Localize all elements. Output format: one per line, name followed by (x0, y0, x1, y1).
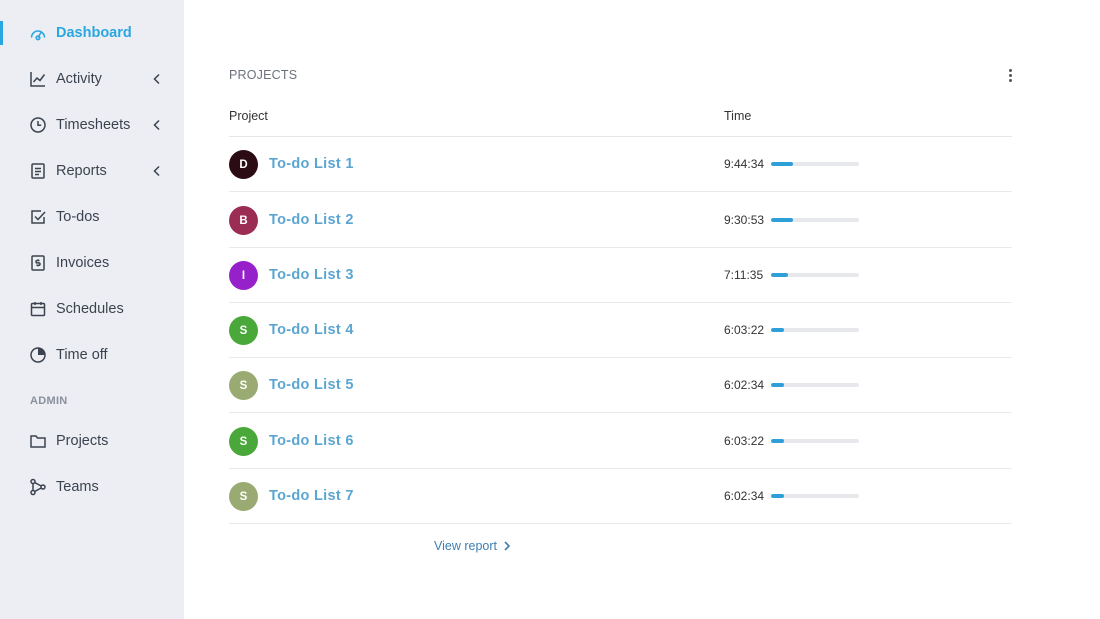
report-icon (29, 162, 47, 180)
time-progress-bar (771, 218, 859, 222)
panel-title: PROJECTS (229, 68, 298, 82)
project-time: 6:02:34 (724, 489, 765, 503)
avatar: S (229, 371, 258, 400)
project-name-link[interactable]: To-do List 7 (269, 488, 354, 504)
sidebar-item-invoices[interactable]: Invoices (0, 245, 184, 281)
table-row: B To-do List 2 9:30:53 (229, 193, 1012, 248)
sidebar-item-teams[interactable]: Teams (0, 469, 184, 505)
sidebar-item-label: Schedules (56, 301, 124, 317)
dashboard-icon (29, 24, 47, 42)
table-row: S To-do List 6 6:03:22 (229, 414, 1012, 469)
table-row: I To-do List 3 7:11:35 (229, 248, 1012, 303)
sidebar-item-label: Reports (56, 163, 107, 179)
table-row: S To-do List 7 6:02:34 (229, 469, 1012, 524)
project-name-link[interactable]: To-do List 4 (269, 322, 354, 338)
time-progress-bar (771, 328, 859, 332)
network-icon (29, 478, 47, 496)
view-report-label: View report (434, 539, 497, 553)
table-row: S To-do List 4 6:03:22 (229, 303, 1012, 358)
folder-icon (29, 432, 47, 450)
column-header-time: Time (724, 109, 752, 123)
sidebar-item-activity[interactable]: Activity (0, 61, 184, 97)
project-name-link[interactable]: To-do List 3 (269, 267, 354, 283)
sidebar-item-label: Teams (56, 479, 99, 495)
project-name-link[interactable]: To-do List 6 (269, 433, 354, 449)
sidebar-item-timeoff[interactable]: Time off (0, 337, 184, 373)
activity-chart-icon (29, 70, 47, 88)
project-time: 6:03:22 (724, 323, 765, 337)
project-name-link[interactable]: To-do List 2 (269, 212, 354, 228)
sidebar-item-label: Invoices (56, 255, 110, 271)
checkbox-icon (29, 208, 47, 226)
time-progress-bar (771, 162, 859, 166)
pie-icon (29, 346, 47, 364)
clock-icon (29, 116, 47, 134)
invoice-icon (29, 254, 47, 272)
time-progress-fill (771, 328, 785, 332)
sidebar-item-dashboard[interactable]: Dashboard (0, 15, 184, 51)
project-name-link[interactable]: To-do List 5 (269, 377, 354, 393)
project-time: 9:44:34 (724, 157, 765, 171)
column-header-project: Project (229, 109, 268, 123)
admin-section-label: ADMIN (30, 395, 68, 407)
sidebar-item-label: Time off (56, 347, 108, 363)
time-progress-bar (771, 273, 859, 277)
sidebar: Dashboard Activity Timesheets Reports To… (0, 0, 184, 619)
sidebar-item-label: Dashboard (56, 25, 132, 41)
sidebar-item-label: Timesheets (56, 117, 131, 133)
avatar: S (229, 316, 258, 345)
sidebar-item-reports[interactable]: Reports (0, 153, 184, 189)
sidebar-item-label: Projects (56, 433, 109, 449)
project-time: 7:11:35 (724, 268, 764, 282)
project-name-link[interactable]: To-do List 1 (269, 156, 354, 172)
sidebar-item-timesheets[interactable]: Timesheets (0, 107, 184, 143)
calendar-icon (29, 300, 47, 318)
sidebar-item-label: To-dos (56, 209, 100, 225)
chevron-left-icon[interactable] (151, 73, 163, 85)
chevron-left-icon[interactable] (151, 165, 163, 177)
project-time: 6:03:22 (724, 434, 765, 448)
avatar: S (229, 482, 258, 511)
time-progress-fill (771, 439, 785, 443)
avatar: S (229, 427, 258, 456)
time-progress-fill (771, 383, 785, 387)
table-row: S To-do List 5 6:02:34 (229, 358, 1012, 413)
avatar: D (229, 150, 258, 179)
time-progress-bar (771, 383, 859, 387)
more-options-icon[interactable] (1003, 66, 1017, 84)
sidebar-item-todos[interactable]: To-dos (0, 199, 184, 235)
avatar: B (229, 206, 258, 235)
project-time: 9:30:53 (724, 213, 765, 227)
view-report-link[interactable]: View report (434, 539, 511, 553)
chevron-left-icon[interactable] (151, 119, 163, 131)
time-progress-fill (771, 218, 793, 222)
project-time: 6:02:34 (724, 378, 765, 392)
time-progress-fill (771, 273, 788, 277)
time-progress-bar (771, 494, 859, 498)
time-progress-fill (771, 494, 785, 498)
avatar: I (229, 261, 258, 290)
table-row: D To-do List 1 9:44:34 (229, 137, 1012, 192)
sidebar-item-label: Activity (56, 71, 102, 87)
time-progress-bar (771, 439, 859, 443)
time-progress-fill (771, 162, 793, 166)
chevron-right-icon (504, 541, 511, 551)
sidebar-item-projects[interactable]: Projects (0, 423, 184, 459)
sidebar-item-schedules[interactable]: Schedules (0, 291, 184, 327)
